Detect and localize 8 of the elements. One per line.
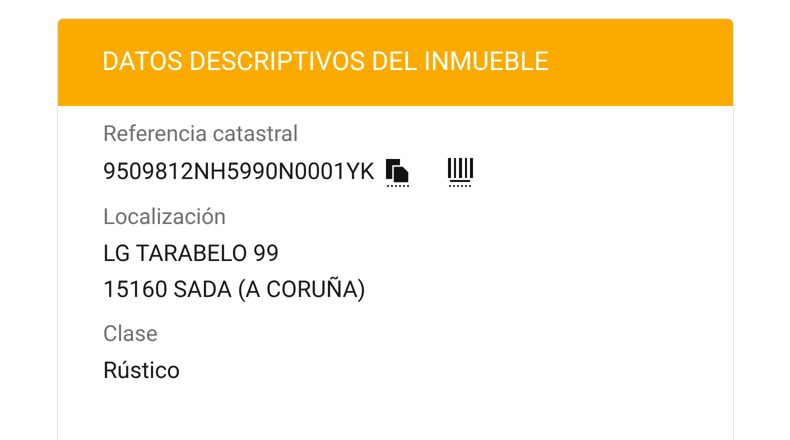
field-value: LG TARABELO 99 <box>103 239 280 269</box>
card-title: DATOS DESCRIPTIVOS DEL INMUEBLE <box>102 46 549 79</box>
field-label: Clase <box>103 321 159 349</box>
field-label: Localización <box>103 204 228 232</box>
field-value: 15160 SADA (A CORUÑA) <box>103 275 366 305</box>
field-value: Rústico <box>103 356 180 386</box>
field-label: Referencia catastral <box>103 121 300 149</box>
field-value: 9509812NH5990N0001YK <box>103 157 374 187</box>
